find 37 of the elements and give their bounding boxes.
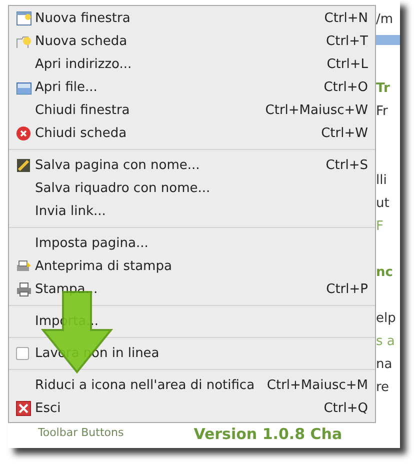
folder-icon — [16, 80, 32, 94]
menu-item[interactable]: Salva pagina con nome... Ctrl+S — [9, 154, 375, 177]
page-text: Tr — [376, 81, 390, 96]
sidebar-item[interactable]: Toolbar Buttons — [38, 425, 124, 439]
menu-item[interactable]: Imposta pagina... — [9, 232, 375, 255]
menu-item[interactable]: Stampa... Ctrl+P — [9, 278, 375, 301]
menu-item[interactable]: Nuova finestra Ctrl+N — [9, 7, 375, 30]
page-text: lli — [376, 173, 387, 188]
page-text: ut — [376, 196, 390, 211]
page-text: re — [376, 380, 390, 395]
page-text: nc — [376, 265, 393, 280]
page-text: na — [376, 357, 392, 372]
menu-item[interactable]: Anteprima di stampa — [9, 255, 375, 278]
menu-item[interactable]: Apri file... Ctrl+O — [9, 76, 375, 99]
page-text: elp — [376, 311, 396, 326]
printer-preview-icon — [16, 259, 32, 274]
close-icon — [16, 126, 31, 141]
page-text: s a — [376, 334, 395, 349]
page-heading: Version 1.0.8 Cha — [194, 425, 342, 443]
page-text: /m — [376, 12, 394, 27]
tab-strip-icon — [376, 35, 400, 45]
menu-item[interactable]: Invia link... — [9, 200, 375, 223]
menu-item[interactable]: Nuova scheda Ctrl+T — [9, 30, 375, 53]
menu-item[interactable]: Apri indirizzo... Ctrl+L — [9, 53, 375, 76]
menu-item[interactable]: Salva riquadro con nome... — [9, 177, 375, 200]
menu-item[interactable]: Chiudi scheda Ctrl+W — [9, 122, 375, 145]
menu-item[interactable]: Chiudi finestra Ctrl+Maiusc+W — [9, 99, 375, 122]
tab-icon — [16, 34, 32, 49]
page-text: F — [376, 219, 384, 234]
printer-icon — [16, 282, 32, 297]
window-icon — [16, 11, 32, 26]
pencil-icon — [16, 158, 31, 173]
checkbox[interactable] — [16, 347, 29, 360]
menu-item[interactable]: Riduci a icona nell'area di notifica Ctrl+Maiusc+M — [9, 374, 375, 397]
menu-item[interactable]: Esci Ctrl+Q — [9, 397, 375, 420]
page-text: Fr — [376, 104, 388, 119]
quit-icon — [16, 401, 31, 416]
